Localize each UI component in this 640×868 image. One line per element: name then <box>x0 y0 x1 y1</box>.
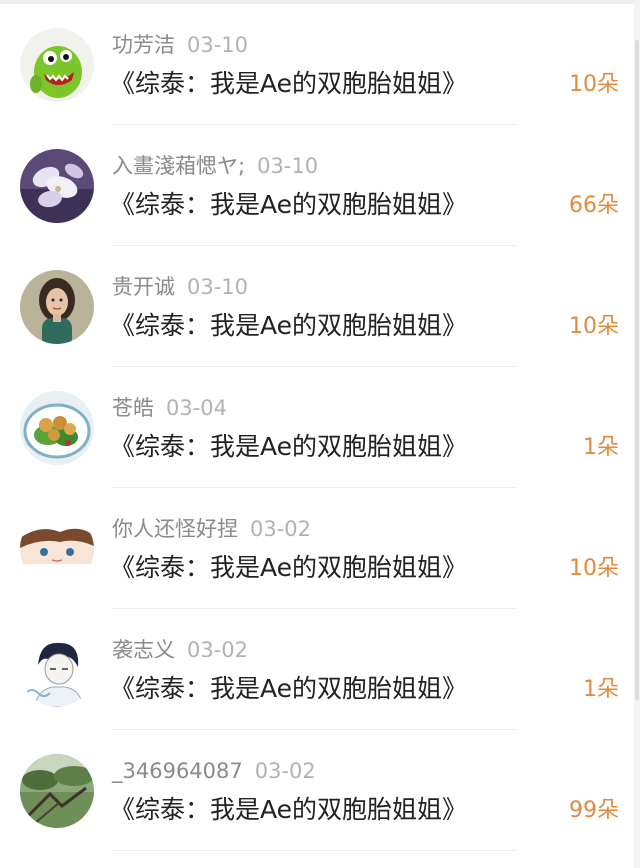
username[interactable]: _346964087 <box>112 759 243 783</box>
avatar[interactable] <box>20 149 94 223</box>
scrollbar-thumb[interactable] <box>635 40 639 700</box>
food-plate-icon <box>20 391 94 465</box>
avatar[interactable] <box>20 512 94 586</box>
username[interactable]: 入畫淺葙愢ヤ; <box>112 154 245 178</box>
anime-sketch-boy-icon <box>20 633 94 707</box>
meta-line: 你人还怪好捏 03-02 <box>112 514 311 544</box>
avatar[interactable] <box>20 633 94 707</box>
flower-count: 1朵 <box>583 677 619 702</box>
date: 03-02 <box>187 638 249 662</box>
meta-line: _346964087 03-02 <box>112 756 316 786</box>
username[interactable]: 功芳洁 <box>112 33 175 57</box>
list-item[interactable]: 功芳洁 03-10 《综泰：我是Ae的双胞胎姐姐》 10朵 <box>0 4 640 125</box>
avatar[interactable] <box>20 391 94 465</box>
book-title[interactable]: 《综泰：我是Ae的双胞胎姐姐》 <box>110 66 467 102</box>
flower-count: 66朵 <box>569 193 619 218</box>
date: 03-10 <box>187 275 249 299</box>
list-item[interactable]: 苍皓 03-04 《综泰：我是Ae的双胞胎姐姐》 1朵 <box>0 367 640 488</box>
book-title[interactable]: 《综泰：我是Ae的双胞胎姐姐》 <box>110 671 467 707</box>
username[interactable]: 你人还怪好捏 <box>112 517 238 541</box>
book-title[interactable]: 《综泰：我是Ae的双胞胎姐姐》 <box>110 550 467 586</box>
username[interactable]: 苍皓 <box>112 396 154 420</box>
gift-list: 功芳洁 03-10 《综泰：我是Ae的双胞胎姐姐》 10朵 入畫淺葙愢ヤ; 03-1… <box>0 4 640 851</box>
list-item[interactable]: 入畫淺葙愢ヤ; 03-10 《综泰：我是Ae的双胞胎姐姐》 66朵 <box>0 125 640 246</box>
flower-count: 10朵 <box>569 314 619 339</box>
flower-count: 10朵 <box>569 556 619 581</box>
landscape-trees-icon <box>20 754 94 828</box>
meta-line: 袭志义 03-02 <box>112 635 248 665</box>
date: 03-10 <box>257 154 319 178</box>
avatar[interactable] <box>20 270 94 344</box>
avatar[interactable] <box>20 28 94 102</box>
username[interactable]: 贵开诚 <box>112 275 175 299</box>
list-item[interactable]: 你人还怪好捏 03-02 《综泰：我是Ae的双胞胎姐姐》 10朵 <box>0 488 640 609</box>
meta-line: 贵开诚 03-10 <box>112 272 248 302</box>
username[interactable]: 袭志义 <box>112 638 175 662</box>
list-item[interactable]: 贵开诚 03-10 《综泰：我是Ae的双胞胎姐姐》 10朵 <box>0 246 640 367</box>
date: 03-02 <box>250 517 312 541</box>
flower-count: 10朵 <box>569 72 619 97</box>
date: 03-10 <box>187 33 249 57</box>
meta-line: 入畫淺葙愢ヤ; 03-10 <box>112 151 318 181</box>
book-title[interactable]: 《综泰：我是Ae的双胞胎姐姐》 <box>110 308 467 344</box>
date: 03-04 <box>166 396 228 420</box>
green-monster-toy-icon <box>20 28 94 102</box>
meta-line: 功芳洁 03-10 <box>112 30 248 60</box>
flower-count: 1朵 <box>583 435 619 460</box>
meta-line: 苍皓 03-04 <box>112 393 227 423</box>
scrollbar[interactable] <box>634 0 640 868</box>
list-item[interactable]: _346964087 03-02 《综泰：我是Ae的双胞胎姐姐》 99朵 <box>0 730 640 851</box>
book-title[interactable]: 《综泰：我是Ae的双胞胎姐姐》 <box>110 187 467 223</box>
list-item[interactable]: 袭志义 03-02 《综泰：我是Ae的双胞胎姐姐》 1朵 <box>0 609 640 730</box>
book-title[interactable]: 《综泰：我是Ae的双胞胎姐姐》 <box>110 792 467 828</box>
avatar[interactable] <box>20 754 94 828</box>
white-flowers-icon <box>20 149 94 223</box>
divider <box>112 850 516 851</box>
woman-portrait-icon <box>20 270 94 344</box>
flower-count: 99朵 <box>569 798 619 823</box>
anime-boy-icon <box>20 512 94 586</box>
book-title[interactable]: 《综泰：我是Ae的双胞胎姐姐》 <box>110 429 467 465</box>
date: 03-02 <box>254 759 316 783</box>
